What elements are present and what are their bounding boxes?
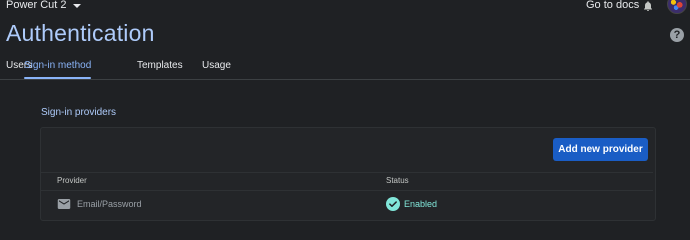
section-title-sign-in-providers: Sign-in providers [41, 107, 117, 118]
tab-usage[interactable]: Usage [202, 60, 231, 78]
tab-bar: Users Sign-in method Templates Usage [0, 58, 690, 80]
column-header-status: Status [386, 176, 409, 185]
check-circle-icon [386, 197, 400, 211]
providers-table-header: Provider Status [41, 172, 653, 191]
project-name: Power Cut 2 [6, 0, 67, 11]
add-new-provider-button[interactable]: Add new provider [553, 138, 648, 161]
go-to-docs-link[interactable]: Go to docs [586, 0, 639, 11]
tab-templates[interactable]: Templates [137, 60, 183, 78]
project-selector[interactable]: Power Cut 2 [6, 0, 81, 11]
mail-icon [57, 199, 71, 209]
user-avatar[interactable] [667, 0, 687, 14]
chevron-down-icon [72, 3, 81, 8]
status-enabled: Enabled [404, 199, 438, 209]
page-title: Authentication [6, 20, 155, 46]
bell-icon[interactable] [642, 0, 654, 12]
tab-sign-in-method[interactable]: Sign-in method [24, 60, 92, 79]
provider-name: Email/Password [77, 199, 142, 209]
table-row[interactable]: Email/Password Enabled [41, 190, 653, 218]
top-bar: Power Cut 2 Go to docs [0, 0, 690, 14]
column-header-provider: Provider [57, 176, 87, 185]
help-icon[interactable]: ? [670, 28, 684, 42]
